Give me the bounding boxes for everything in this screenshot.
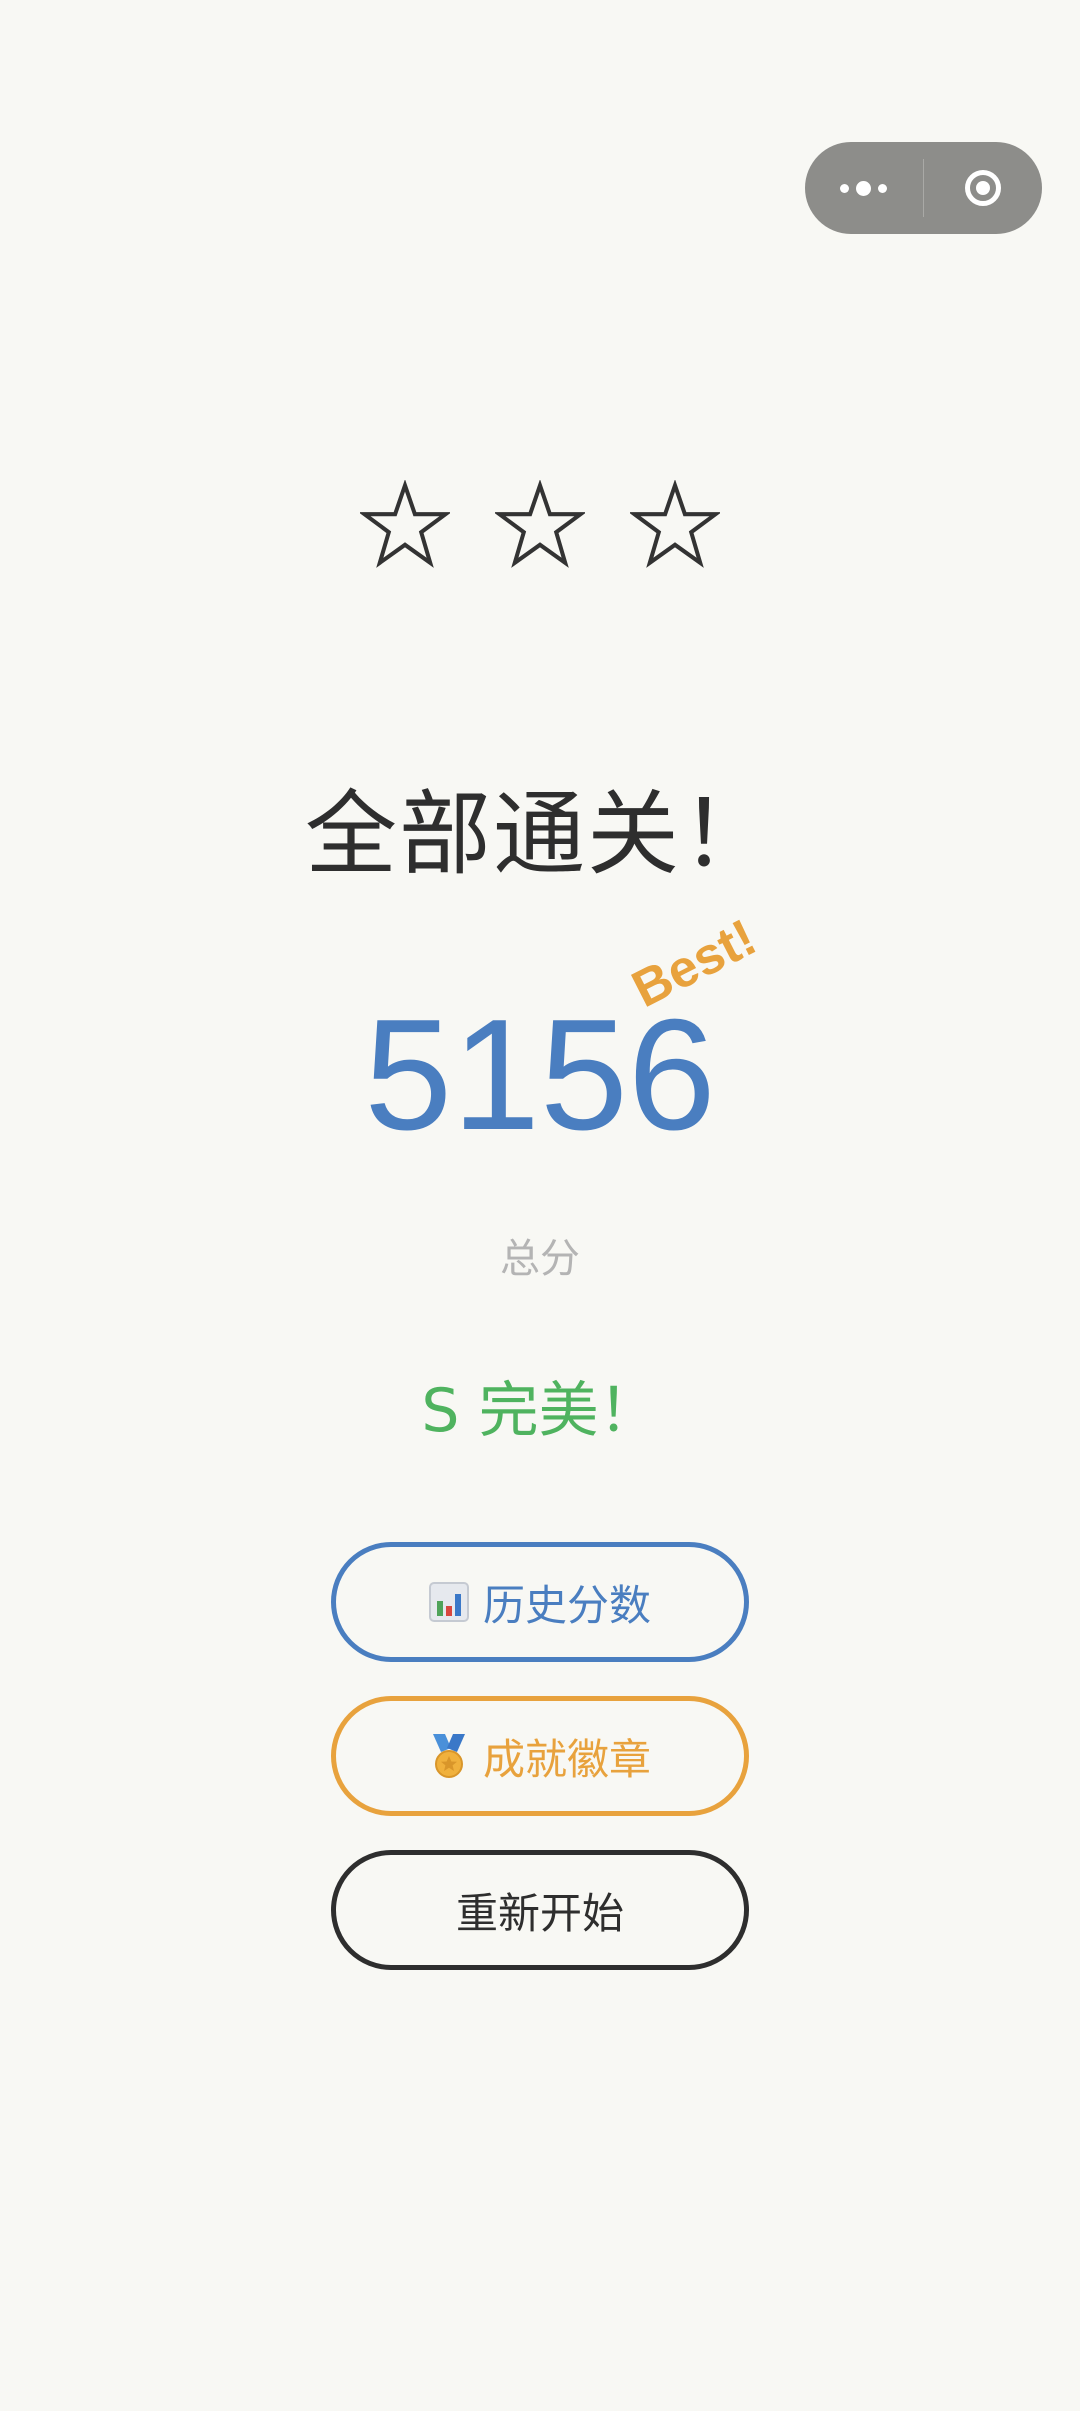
more-button[interactable] xyxy=(805,142,923,234)
medal-icon xyxy=(429,1734,469,1778)
star-outline-icon xyxy=(630,480,720,570)
star-outline-icon xyxy=(360,480,450,570)
score-label: 总分 xyxy=(500,1236,580,1282)
rating-text: S 完美！ xyxy=(421,1376,659,1446)
miniprogram-capsule xyxy=(805,142,1042,234)
result-page: 全部通关！ 5156 Best! 总分 S 完美！ 历史分数 成就徽章 重新开始 xyxy=(0,0,1080,2411)
bar-chart-icon xyxy=(428,1582,469,1622)
history-scores-label: 历史分数 xyxy=(482,1580,651,1630)
page-title: 全部通关！ xyxy=(304,781,775,888)
restart-button[interactable]: 重新开始 xyxy=(331,1850,749,1970)
star-outline-icon xyxy=(495,480,585,570)
score-display: 5156 xyxy=(0,990,1080,1160)
total-score: 5156 xyxy=(364,987,716,1163)
more-dots-icon xyxy=(840,180,888,196)
achievement-badges-button[interactable]: 成就徽章 xyxy=(331,1696,749,1816)
history-scores-button[interactable]: 历史分数 xyxy=(331,1542,749,1662)
restart-label: 重新开始 xyxy=(455,1888,624,1938)
target-circle-icon xyxy=(965,170,1002,206)
star-rating xyxy=(360,480,720,570)
achievement-badges-label: 成就徽章 xyxy=(482,1734,651,1784)
close-miniprogram-button[interactable] xyxy=(924,142,1042,234)
